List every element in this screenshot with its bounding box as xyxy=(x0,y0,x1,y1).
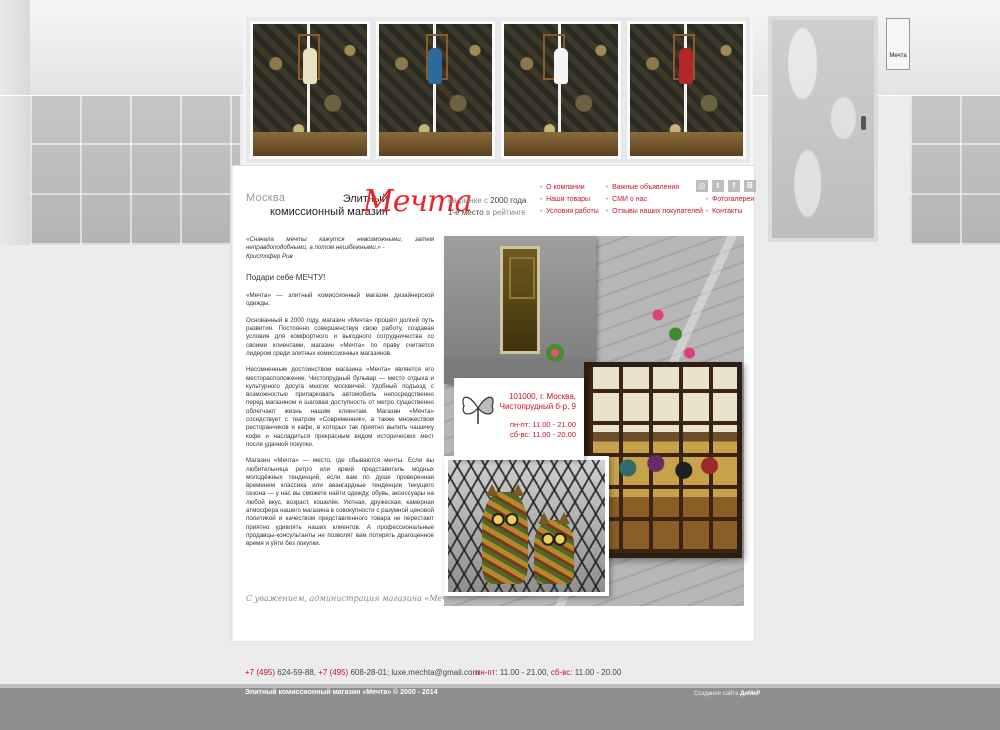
main-panel: Москва Элитный комиссионный магазин Мечт… xyxy=(230,166,756,641)
nav-announcements[interactable]: Важные объявления xyxy=(606,184,679,191)
facade-tiles-right xyxy=(910,95,1000,245)
vkontakte-icon[interactable]: В xyxy=(744,180,756,192)
photo-collage: 101000, г. Москва, Чистопрудный б-р, 9 п… xyxy=(444,236,744,606)
social-links: ◎ t f В xyxy=(696,180,756,192)
facebook-icon[interactable]: f xyxy=(728,180,740,192)
shop-window xyxy=(626,21,746,159)
footer-hours: пн-пт: 11.00 - 21.00, сб-вс: 11.00 - 20.… xyxy=(476,668,622,677)
address-card: 101000, г. Москва, Чистопрудный б-р, 9 п… xyxy=(454,378,584,460)
hours-weekend: сб-вс: 11.00 - 20.00 xyxy=(509,430,576,439)
quote: «Сначала мечты кажутся невозможными, зат… xyxy=(246,236,434,252)
shop-door-photo xyxy=(768,16,878,242)
paragraph: Несомненным достоинством магазина «Мечта… xyxy=(246,366,434,448)
phone-1[interactable]: 624-59-88, xyxy=(277,668,316,677)
nav-contacts[interactable]: Контакты xyxy=(706,208,742,215)
address-line-1: 101000, г. Москва, xyxy=(508,392,576,401)
developer-link[interactable]: ДиМеР xyxy=(740,691,760,697)
paragraph: Основанный в 2000 году, магазин «Мечта» … xyxy=(246,316,434,357)
quote-author: Кристофер Рив xyxy=(246,252,293,260)
shop-window xyxy=(375,21,495,159)
phone-1-code: +7 (495) xyxy=(245,668,276,677)
entrance-photo xyxy=(444,236,596,384)
shop-window xyxy=(250,21,370,159)
phone-2-code: +7 (495) xyxy=(318,668,349,677)
nav-press[interactable]: СМИ о нас xyxy=(606,196,647,203)
gift-heading: Подари себе МЕЧТУ! xyxy=(246,272,326,282)
nav-terms[interactable]: Условия работы xyxy=(540,208,599,215)
header-market: на рынке с 2000 года xyxy=(448,196,527,205)
facade-tiles-left xyxy=(30,95,240,245)
copyright: Элитный комиссионный магазин «Мечта» © 2… xyxy=(245,689,438,696)
address-line-2: Чистопрудный б-р, 9 xyxy=(499,402,576,411)
shop-windows-photo xyxy=(243,14,753,166)
twitter-icon[interactable]: t xyxy=(712,180,724,192)
paragraph: «Мечта» — элитный комиссионный магазин д… xyxy=(246,292,434,308)
paragraph: Магазин «Мечта» — место, где сбываются м… xyxy=(246,457,434,548)
shop-plaque: Мечта xyxy=(886,18,910,70)
intro-text: «Сначала мечты кажутся невозможными, зат… xyxy=(246,236,434,557)
phone-2[interactable]: 608-28-01; xyxy=(350,668,389,677)
header-city: Москва xyxy=(246,192,286,204)
shop-window xyxy=(501,21,621,159)
butterfly-icon xyxy=(462,396,494,424)
facade-pillar xyxy=(0,0,30,245)
email-link[interactable]: luxe.mechta@gmail.com xyxy=(391,668,479,677)
hours-weekdays: пн-пт: 11.00 - 21.00 xyxy=(509,420,576,429)
developer-credit: Создание сайта ДиМеР xyxy=(694,691,761,697)
nav-about[interactable]: О компании xyxy=(540,184,585,191)
cat-figurines-photo xyxy=(444,456,609,596)
footer-contacts: +7 (495) 624-59-88, +7 (495) 608-28-01; … xyxy=(245,668,479,677)
signature: С уважением, администрация магазина «Меч… xyxy=(246,594,465,603)
nav-reviews[interactable]: Отзывы наших покупателей xyxy=(606,208,703,215)
footer-bar xyxy=(0,684,1000,730)
nav-gallery[interactable]: Фотогалерея xyxy=(706,196,754,203)
nav-products[interactable]: Наши товары xyxy=(540,196,590,203)
instagram-icon[interactable]: ◎ xyxy=(696,180,708,192)
header-rank: 1-е место в рейтинге xyxy=(448,208,526,217)
